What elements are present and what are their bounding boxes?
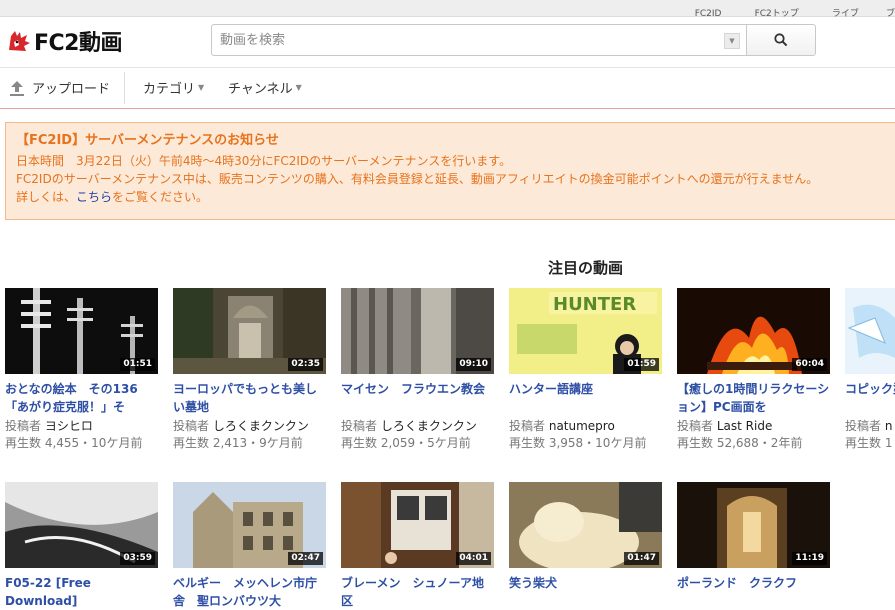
video-thumbnail[interactable]: 03:59	[5, 482, 158, 568]
video-poster: 投稿者 natumepro	[509, 418, 662, 435]
poster-name[interactable]: ヨシヒロ	[45, 419, 93, 433]
video-card[interactable]: 04:01 ブレーメン シュノーア地区	[341, 482, 494, 610]
video-title-link[interactable]: コピック塗	[845, 380, 895, 416]
maintenance-notice: 【FC2ID】サーバーメンテナンスのお知らせ 日本時間 3月22日（火）午前4時…	[5, 122, 895, 220]
video-duration: 09:10	[456, 358, 491, 371]
video-stats: 再生数 52,688・2年前	[677, 436, 803, 450]
video-title-link[interactable]: おとなの絵本 その136「あがり症克服！」そ	[5, 380, 158, 416]
video-thumbnail[interactable]: HUNTER 01:59	[509, 288, 662, 374]
video-title-link[interactable]: ヨーロッパでもっとも美しい墓地	[173, 380, 326, 416]
video-poster: 投稿者 n	[845, 418, 895, 435]
video-thumbnail[interactable]	[845, 288, 895, 374]
video-thumbnail[interactable]: 02:47	[173, 482, 326, 568]
video-poster: 投稿者 しろくまクンクン	[341, 418, 494, 435]
video-thumbnail[interactable]: 09:10	[341, 288, 494, 374]
video-title-link[interactable]: 笑う柴犬	[509, 574, 662, 610]
video-title-link[interactable]: F05-22 [Free Download]	[5, 574, 158, 610]
poster-label: 投稿者	[341, 419, 378, 433]
nav-channel-label: チャンネル	[228, 82, 293, 97]
video-title-link[interactable]: ハンター語講座	[509, 380, 662, 416]
nav-upload[interactable]: アップロード	[8, 78, 110, 97]
notice-line-3-suffix: をご覧ください。	[112, 190, 209, 204]
poster-name[interactable]: natumepro	[549, 419, 615, 433]
video-title-link[interactable]: ブレーメン シュノーア地区	[341, 574, 494, 610]
search-dropdown-toggle[interactable]: ▼	[724, 33, 740, 49]
notice-line-2: FC2IDのサーバーメンテナンス中は、販売コンテンツの購入、有料会員登録と延長、…	[16, 172, 819, 186]
video-thumbnail[interactable]: 04:01	[341, 482, 494, 568]
video-duration: 01:59	[624, 358, 659, 371]
video-card[interactable]: 03:59 F05-22 [Free Download]	[5, 482, 158, 610]
video-card[interactable]: 09:10 マイセン フラウエン教会 投稿者 しろくまクンクン 再生数 2,05…	[341, 288, 494, 452]
video-card[interactable]: 02:35 ヨーロッパでもっとも美しい墓地 投稿者 しろくまクンクン 再生数 2…	[173, 288, 326, 452]
logo-text: FC2動画	[34, 31, 122, 56]
video-duration: 03:59	[120, 552, 155, 565]
notice-title: 【FC2ID】サーバーメンテナンスのお知らせ	[16, 133, 279, 148]
search-input[interactable]	[212, 25, 742, 55]
notice-line-3: 詳しくは、こちらをご覧ください。	[16, 188, 895, 206]
site-logo[interactable]: FC2動画	[6, 26, 122, 56]
thumbnail-image	[845, 288, 895, 374]
poster-label: 投稿者	[173, 419, 210, 433]
chevron-down-icon: ▼	[295, 83, 302, 92]
video-title-link[interactable]: ベルギー メッヘレン市庁舎 聖ロンバウツ大	[173, 574, 326, 610]
video-poster: 投稿者 しろくまクンクン	[173, 418, 326, 435]
svg-text:HUNTER: HUNTER	[553, 294, 636, 315]
video-duration: 04:01	[456, 552, 491, 565]
poster-label: 投稿者	[845, 419, 882, 433]
video-stats: 再生数 3,958・10ケ月前	[509, 436, 647, 450]
video-stats: 再生数 2,413・9ケ月前	[173, 436, 303, 450]
video-card[interactable]: HUNTER 01:59 ハンター語講座 投稿者 natumepro 再生数 3…	[509, 288, 662, 452]
nav-channel[interactable]: チャンネル ▼	[228, 78, 302, 97]
notice-line-1: 日本時間 3月22日（火）午前4時〜4時30分にFC2IDのサーバーメンテナンス…	[16, 154, 512, 168]
video-poster: 投稿者 Last Ride	[677, 418, 830, 435]
video-thumbnail[interactable]: 60:04	[677, 288, 830, 374]
video-card[interactable]: 01:47 笑う柴犬	[509, 482, 662, 610]
poster-name[interactable]: Last Ride	[717, 419, 772, 433]
site-header: FC2動画 ▼	[0, 17, 895, 68]
video-title-link[interactable]: 【癒しの1時間リラクセーション】PC画面を	[677, 380, 830, 416]
video-card[interactable]: コピック塗 投稿者 n 再生数 1	[845, 288, 895, 452]
search-box: ▼	[211, 24, 816, 56]
video-stats: 再生数 4,455・10ケ月前	[5, 436, 143, 450]
poster-label: 投稿者	[5, 419, 42, 433]
video-thumbnail[interactable]: 01:47	[509, 482, 662, 568]
video-thumbnail[interactable]: 02:35	[173, 288, 326, 374]
video-duration: 01:51	[120, 358, 155, 371]
video-title-link[interactable]: ポーランド クラクフ	[677, 574, 830, 610]
video-duration: 11:19	[792, 552, 827, 565]
video-stats: 再生数 2,059・5ケ月前	[341, 436, 471, 450]
chevron-down-icon: ▼	[198, 83, 205, 92]
video-title-link[interactable]: マイセン フラウエン教会	[341, 380, 494, 416]
search-icon	[774, 33, 788, 47]
video-duration: 02:47	[288, 552, 323, 565]
nav-upload-label: アップロード	[32, 82, 111, 97]
video-thumbnail[interactable]: 11:19	[677, 482, 830, 568]
video-card[interactable]: 60:04 【癒しの1時間リラクセーション】PC画面を 投稿者 Last Rid…	[677, 288, 830, 452]
main-nav: アップロード カテゴリ ▼ チャンネル ▼	[0, 68, 895, 109]
fc2-mascot-icon	[9, 31, 30, 51]
notice-details-link[interactable]: こちら	[76, 190, 112, 204]
top-bar: FC2ID FC2トップ ライブ ブ	[0, 0, 895, 19]
nav-category-label: カテゴリ	[143, 82, 196, 97]
notice-line-3-prefix: 詳しくは、	[16, 190, 77, 204]
nav-divider	[124, 72, 125, 104]
video-duration: 02:35	[288, 358, 323, 371]
upload-icon	[10, 80, 24, 96]
video-duration: 01:47	[624, 552, 659, 565]
featured-videos-title: 注目の動画	[548, 259, 624, 277]
video-duration: 60:04	[792, 358, 827, 371]
video-poster: 投稿者 ヨシヒロ	[5, 418, 158, 435]
poster-label: 投稿者	[509, 419, 546, 433]
video-thumbnail[interactable]: 01:51	[5, 288, 158, 374]
video-stats: 再生数 1	[845, 436, 893, 450]
poster-label: 投稿者	[677, 419, 714, 433]
poster-name[interactable]: しろくまクンクン	[381, 419, 477, 433]
video-card[interactable]: 02:47 ベルギー メッヘレン市庁舎 聖ロンバウツ大	[173, 482, 326, 610]
nav-category[interactable]: カテゴリ ▼	[143, 78, 204, 97]
video-card[interactable]: 11:19 ポーランド クラクフ	[677, 482, 830, 610]
search-button[interactable]	[746, 25, 815, 55]
poster-name[interactable]: n	[885, 419, 893, 433]
poster-name[interactable]: しろくまクンクン	[213, 419, 309, 433]
video-card[interactable]: 01:51 おとなの絵本 その136「あがり症克服！」そ 投稿者 ヨシヒロ 再生…	[5, 288, 158, 452]
